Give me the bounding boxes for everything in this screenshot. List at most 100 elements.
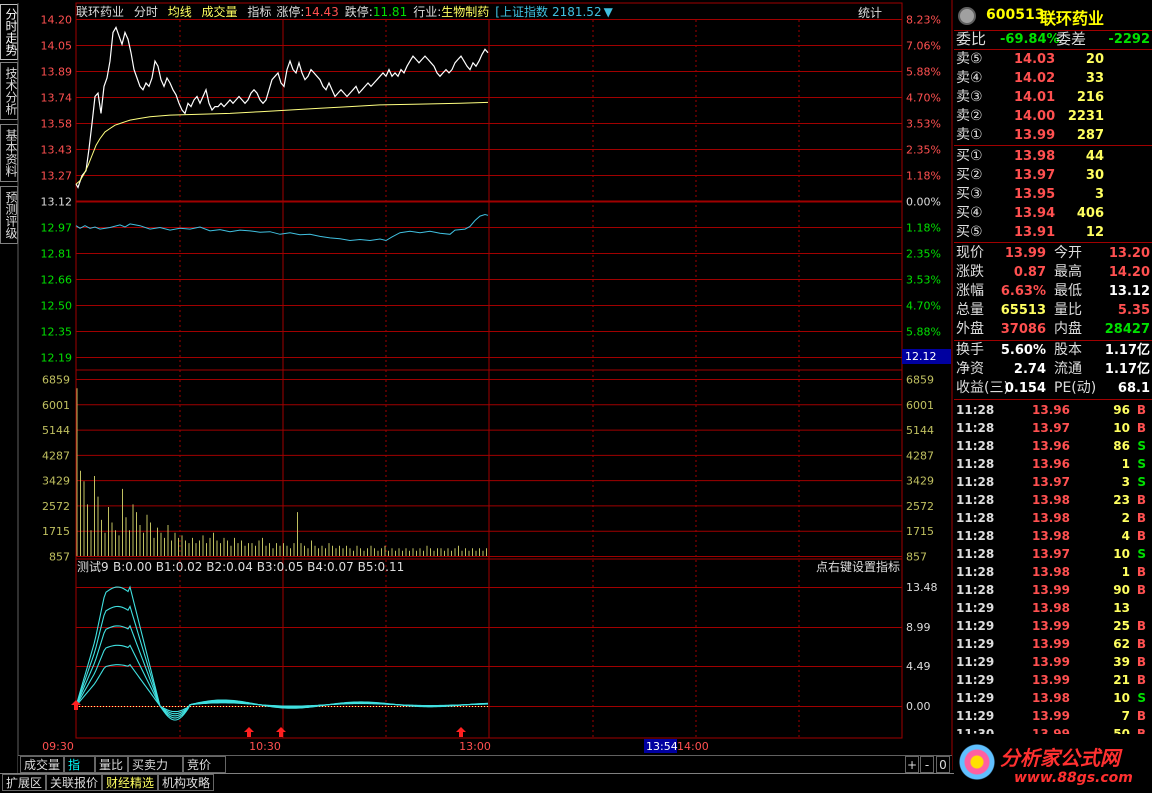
bid-row[interactable]: 买⑤ 13.91 12 (956, 223, 1150, 242)
trade-time: 11:29 (956, 691, 995, 705)
time-cursor-label: 13:54 (646, 740, 678, 753)
volume-tick-label-right: 6859 (906, 374, 934, 387)
stat-value: 13.12 (1108, 284, 1150, 299)
trade-time: 11:28 (956, 421, 995, 435)
trade-volume: 4 (1121, 529, 1130, 543)
time-tick-label-after: 14:00 (677, 740, 709, 753)
trade-time: 11:29 (956, 655, 995, 669)
price-tick-label: 12.81 (41, 248, 73, 261)
indicator-tick-label: 8.99 (906, 621, 931, 634)
bid-row[interactable]: 买① 13.98 44 (956, 147, 1150, 166)
quote-stock-name: 联环药业 (1040, 9, 1105, 28)
price-tick-label: 13.58 (41, 118, 73, 131)
bottom-tab-3[interactable]: 买卖力道 (128, 756, 183, 788)
trade-row: 11:29 13.99 39 B (956, 653, 1150, 671)
price-tick-label: 14.05 (41, 40, 73, 53)
zoom-out-button[interactable]: - (920, 756, 934, 773)
volume-tick-label: 2572 (42, 500, 70, 513)
intraday-chart[interactable]: 14.20 14.05 13.89 13.74 13.58 13.43 13.27 13.12… (0, 0, 954, 793)
stat-value: 5.35 (1117, 303, 1150, 318)
bottom-tab-4[interactable]: 竞价图 (183, 756, 226, 788)
ask-volume: 216 (1076, 90, 1104, 105)
quote-divider (954, 145, 1152, 146)
trade-side: B (1136, 403, 1146, 417)
stat-row: 涨幅 6.63% 最低 13.12 (956, 282, 1150, 301)
stat-value: 1.17亿 (1104, 343, 1150, 358)
volume-tick-label: 857 (49, 551, 70, 564)
trade-volume: 7 (1121, 709, 1130, 723)
footer-tab-3[interactable]: 机构攻略 (158, 774, 214, 791)
buy-signal-arrow-icon (456, 727, 466, 737)
pct-tick-label: 2.35% (906, 248, 941, 261)
trade-price: 13.98 (1032, 601, 1070, 615)
trade-time: 11:28 (956, 583, 995, 597)
bid-row[interactable]: 买② 13.97 30 (956, 166, 1150, 185)
trade-side: S (1137, 457, 1146, 471)
ask-label: 卖③ (956, 89, 983, 105)
trade-volume: 62 (1113, 637, 1130, 651)
trade-volume: 10 (1113, 691, 1130, 705)
trade-volume: 13 (1113, 601, 1130, 615)
cursor-price-label: 12.12 (905, 350, 937, 363)
volume-tick-label-right: 857 (906, 551, 927, 564)
indicator-tick-label: 0.00 (906, 700, 931, 713)
footer-tab-2[interactable]: 财经精选 (102, 774, 158, 791)
bottom-tab-1[interactable]: 指标 (64, 756, 95, 788)
stat-label: 净资 (956, 361, 984, 377)
bottom-tab-2[interactable]: 量比 (95, 756, 128, 773)
price-tick-label: 13.12 (41, 196, 73, 209)
bottom-tab-0[interactable]: 成交量 (20, 756, 64, 773)
stat-value: 13.99 (1004, 246, 1046, 261)
trade-time: 11:29 (956, 673, 995, 687)
ask-row[interactable]: 卖③ 14.01 216 (956, 88, 1150, 107)
ask-row[interactable]: 卖① 13.99 287 (956, 126, 1150, 145)
stat-row: 总量 65513 量比 5.35 (956, 301, 1150, 320)
trade-row: 11:29 13.99 7 B (956, 707, 1150, 725)
trade-volume: 86 (1113, 439, 1130, 453)
stat-row: 净资 2.74 流通 1.17亿 (956, 360, 1150, 379)
ask-row[interactable]: 卖④ 14.02 33 (956, 69, 1150, 88)
stat-label: 外盘 (956, 321, 984, 337)
trade-side: S (1137, 691, 1146, 705)
bid-volume: 30 (1085, 168, 1104, 183)
trade-side: B (1136, 673, 1146, 687)
trade-row: 11:28 13.96 1 S (956, 455, 1150, 473)
trade-side: B (1136, 421, 1146, 435)
trade-row: 11:28 13.96 96 B (956, 401, 1150, 419)
trade-time: 11:29 (956, 619, 995, 633)
indicator-hint[interactable]: 点右键设置指标 (816, 559, 900, 574)
pct-tick-label: 4.70% (906, 92, 941, 105)
price-line (75, 25, 489, 189)
stat-label: PE(动) (1054, 380, 1097, 396)
bid-row[interactable]: 买④ 13.94 406 (956, 204, 1150, 223)
footer-tab-1[interactable]: 关联报价 (46, 774, 102, 791)
trade-volume: 21 (1113, 673, 1130, 687)
trade-price: 13.99 (1032, 619, 1070, 633)
ask-label: 卖① (956, 127, 983, 143)
footer-tab-0[interactable]: 扩展区 (2, 774, 46, 791)
trade-side: B (1136, 655, 1146, 669)
trade-volume: 10 (1113, 547, 1130, 561)
volume-tick-label-right: 6001 (906, 399, 934, 412)
trade-volume: 23 (1113, 493, 1130, 507)
zoom-in-button[interactable]: + (905, 756, 919, 773)
trade-price: 13.99 (1032, 673, 1070, 687)
quote-divider (954, 399, 1152, 400)
stat-label: 收益(三) (956, 380, 1009, 396)
stat-label: 量比 (1054, 302, 1082, 318)
ask-price: 13.99 (1014, 128, 1056, 143)
pct-tick-label: 0.00% (906, 196, 941, 209)
ask-volume: 287 (1076, 128, 1104, 143)
trade-price: 13.98 (1032, 691, 1070, 705)
ask-row[interactable]: 卖⑤ 14.03 20 (956, 50, 1150, 69)
stat-value: 0.87 (1013, 265, 1046, 280)
trade-side: S (1137, 475, 1146, 489)
watermark-flower-icon (958, 740, 996, 784)
bid-row[interactable]: 买③ 13.95 3 (956, 185, 1150, 204)
ask-price: 14.01 (1014, 90, 1056, 105)
bid-label: 买③ (956, 186, 983, 202)
stat-value: 28427 (1104, 322, 1150, 337)
ask-row[interactable]: 卖② 14.00 2231 (956, 107, 1150, 126)
zoom-reset-button[interactable]: 0 (936, 756, 950, 773)
pct-tick-label: 2.35% (906, 144, 941, 157)
